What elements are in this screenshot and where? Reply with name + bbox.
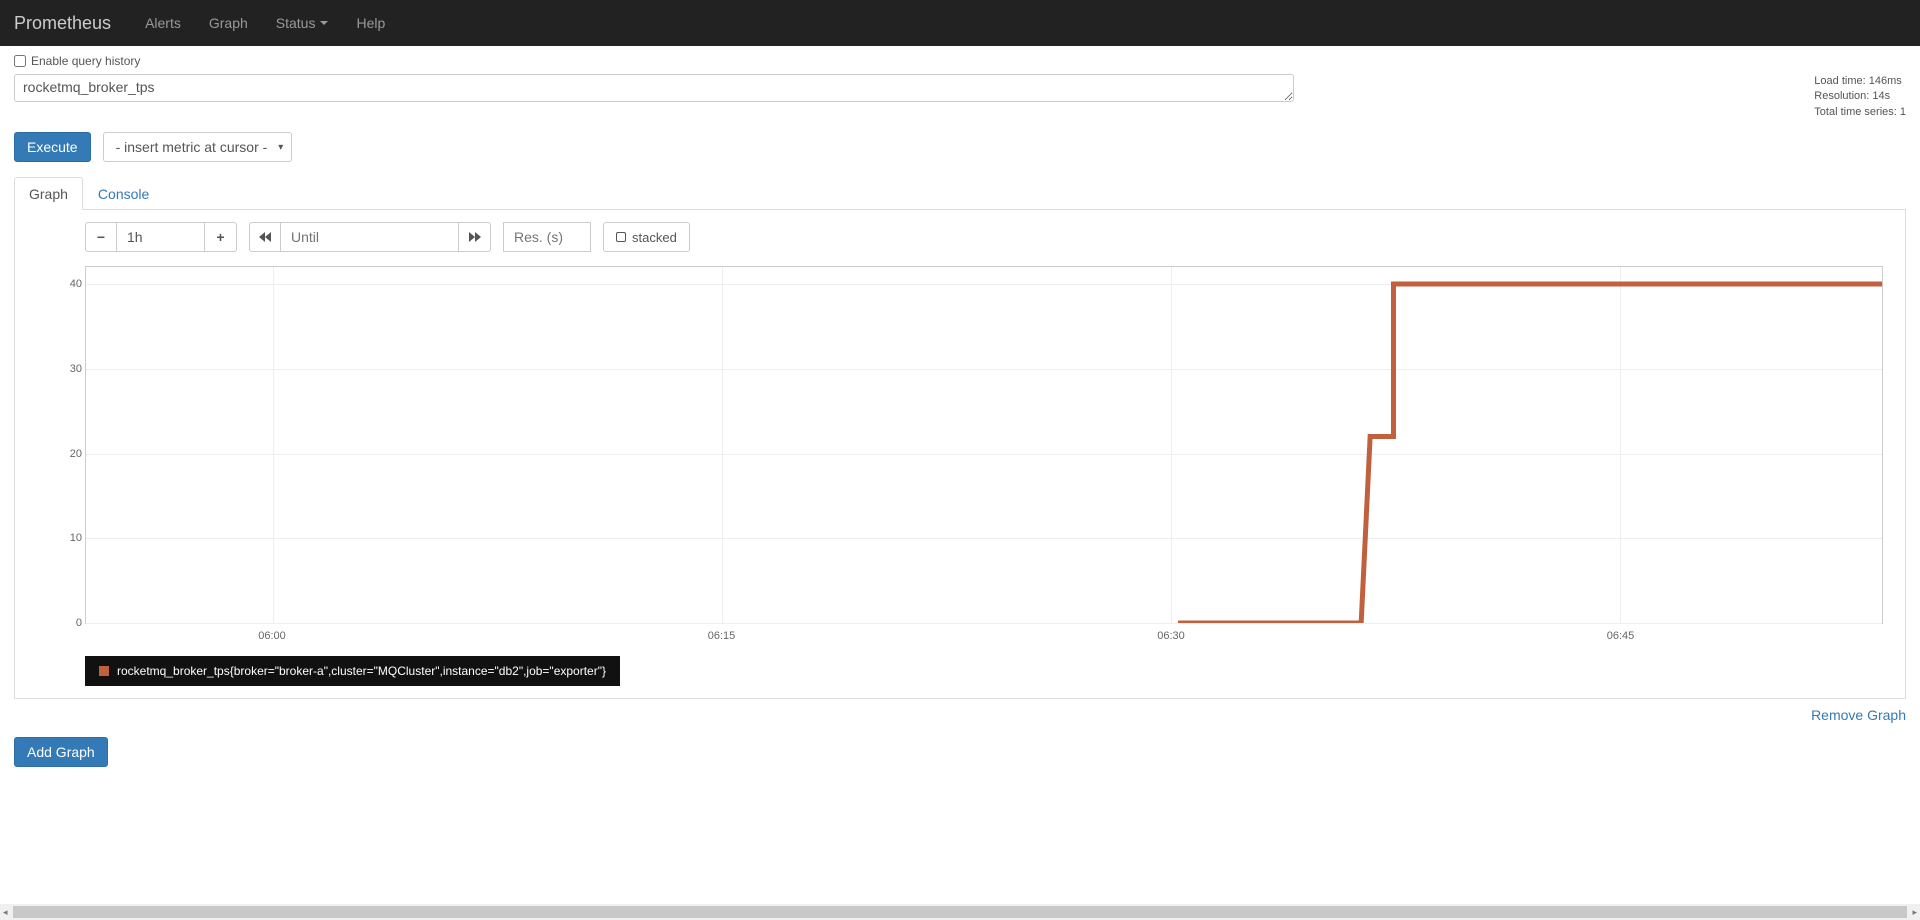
legend-text: rocketmq_broker_tps{broker="broker-a",cl…: [117, 664, 606, 678]
tab-graph[interactable]: Graph: [14, 177, 83, 210]
enable-query-history-checkbox[interactable]: [14, 55, 26, 67]
range-input[interactable]: [117, 222, 205, 252]
res-group: [503, 222, 591, 252]
remove-graph-link[interactable]: Remove Graph: [1811, 707, 1906, 723]
x-tick-label: 06:45: [1607, 630, 1635, 642]
time-forward[interactable]: [459, 222, 491, 252]
horizontal-scrollbar[interactable]: [0, 904, 1920, 920]
enable-query-history[interactable]: Enable query history: [14, 54, 1906, 68]
range-group: − +: [85, 222, 237, 252]
nav-status[interactable]: Status: [262, 15, 343, 31]
legend[interactable]: rocketmq_broker_tps{broker="broker-a",cl…: [85, 656, 620, 686]
stacked-label: stacked: [632, 230, 677, 245]
navbar: Prometheus Alerts Graph Status Help: [0, 0, 1920, 46]
forward-icon: [469, 232, 481, 242]
until-input[interactable]: [281, 222, 459, 252]
y-tick-label: 40: [70, 278, 82, 290]
range-increase[interactable]: +: [205, 222, 237, 252]
series-line: [1178, 284, 1882, 623]
expression-input[interactable]: [14, 74, 1294, 102]
nav-graph[interactable]: Graph: [195, 15, 262, 31]
execute-button[interactable]: Execute: [14, 132, 91, 162]
y-tick-label: 20: [70, 448, 82, 460]
legend-swatch: [99, 666, 109, 676]
stacked-toggle[interactable]: stacked: [603, 222, 690, 252]
range-decrease[interactable]: −: [85, 222, 117, 252]
tabs: Graph Console: [14, 176, 1906, 210]
x-tick-label: 06:30: [1157, 630, 1185, 642]
chart-svg: [86, 267, 1882, 623]
metric-select-label: - insert metric at cursor -: [116, 139, 268, 155]
stat-resolution: Resolution: 14s: [1814, 89, 1906, 104]
y-axis: 010203040: [52, 267, 82, 623]
tab-console[interactable]: Console: [83, 177, 164, 210]
graph-controls: − + stacked: [27, 222, 1893, 252]
y-tick-label: 30: [70, 363, 82, 375]
enable-query-history-label: Enable query history: [31, 54, 140, 68]
query-stats: Load time: 146ms Resolution: 14s Total t…: [1814, 74, 1906, 120]
x-axis: 06:00 06:15 06:30 06:45: [85, 630, 1883, 650]
stacked-box-icon: [616, 232, 626, 242]
resolution-input[interactable]: [503, 222, 591, 252]
time-group: [249, 222, 491, 252]
graph-panel: − + stacked 010203040: [14, 210, 1906, 699]
metric-select[interactable]: - insert metric at cursor -: [103, 132, 293, 162]
x-tick-label: 06:00: [258, 630, 286, 642]
nav-alerts[interactable]: Alerts: [131, 15, 195, 31]
add-graph-button[interactable]: Add Graph: [14, 737, 108, 767]
chart[interactable]: 010203040: [85, 266, 1883, 624]
gridline-h: [86, 623, 1882, 624]
rewind-icon: [259, 232, 271, 242]
scrollbar-thumb[interactable]: [13, 906, 1908, 918]
brand[interactable]: Prometheus: [14, 13, 111, 34]
x-tick-label: 06:15: [708, 630, 736, 642]
nav-help[interactable]: Help: [342, 15, 399, 31]
stat-load-time: Load time: 146ms: [1814, 74, 1906, 89]
stat-total-series: Total time series: 1: [1814, 105, 1906, 120]
time-back[interactable]: [249, 222, 281, 252]
y-tick-label: 0: [76, 617, 82, 629]
y-tick-label: 10: [70, 532, 82, 544]
